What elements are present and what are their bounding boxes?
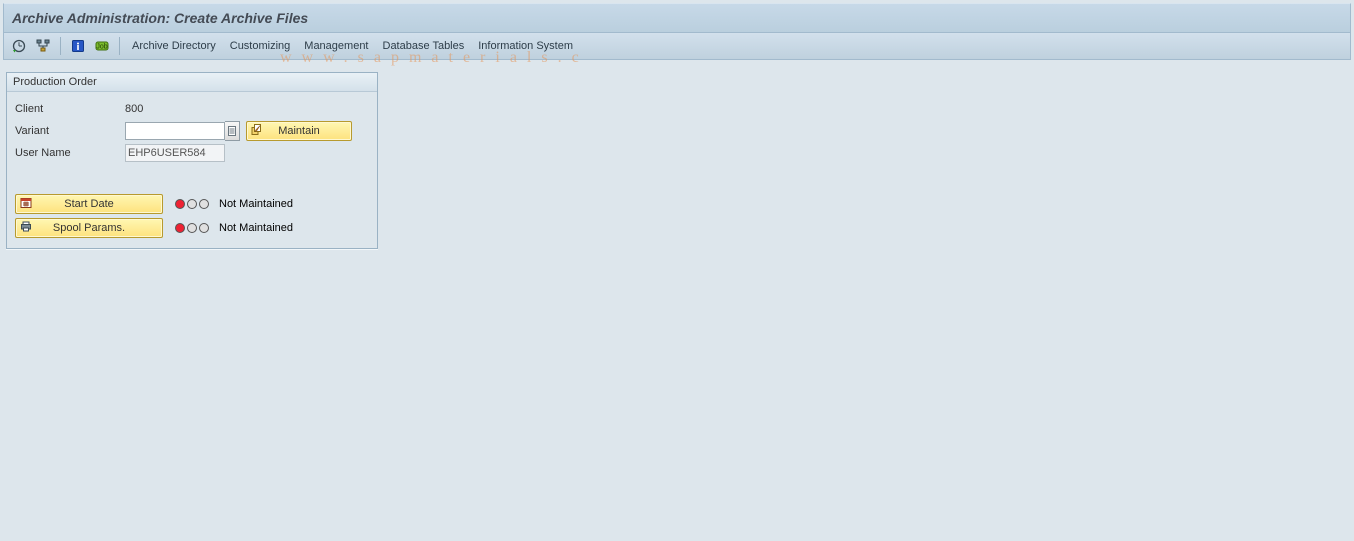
toolbar-separator	[60, 37, 61, 55]
toolbar-link-customizing[interactable]: Customizing	[226, 38, 295, 54]
toolbar-separator	[119, 37, 120, 55]
execute-icon[interactable]	[10, 37, 28, 55]
start-date-status-text: Not Maintained	[219, 198, 293, 210]
spool-status-icon	[175, 223, 209, 233]
calendar-icon	[20, 197, 32, 212]
spool-params-button-label: Spool Params.	[53, 222, 125, 234]
application-toolbar: Job Archive Directory Customizing Manage…	[3, 33, 1351, 60]
start-date-button[interactable]: Start Date	[15, 194, 163, 214]
client-label: Client	[15, 103, 125, 115]
printer-icon	[20, 221, 32, 236]
archive-network-icon[interactable]	[34, 37, 52, 55]
toolbar-link-database-tables[interactable]: Database Tables	[379, 38, 469, 54]
username-input	[125, 144, 225, 162]
toolbar-link-information-system[interactable]: Information System	[474, 38, 577, 54]
username-label: User Name	[15, 147, 125, 159]
info-icon[interactable]	[69, 37, 87, 55]
start-date-status-icon	[175, 199, 209, 209]
maintain-icon	[251, 124, 263, 139]
spool-params-button[interactable]: Spool Params.	[15, 218, 163, 238]
page-title: Archive Administration: Create Archive F…	[12, 10, 308, 26]
start-date-button-label: Start Date	[64, 198, 114, 210]
toolbar-link-management[interactable]: Management	[300, 38, 372, 54]
content-area: Production Order Client 800 Variant	[0, 60, 1354, 261]
spool-status-text: Not Maintained	[219, 222, 293, 234]
variant-search-help-icon[interactable]	[225, 121, 240, 141]
variant-input[interactable]	[125, 122, 225, 140]
maintain-button-label: Maintain	[278, 125, 320, 137]
production-order-panel: Production Order Client 800 Variant	[6, 72, 378, 249]
variant-label: Variant	[15, 125, 125, 137]
maintain-button[interactable]: Maintain	[246, 121, 352, 141]
job-icon[interactable]: Job	[93, 37, 111, 55]
svg-text:Job: Job	[96, 44, 107, 51]
toolbar-link-archive-directory[interactable]: Archive Directory	[128, 38, 220, 54]
title-bar: Archive Administration: Create Archive F…	[3, 3, 1351, 33]
panel-title: Production Order	[7, 73, 377, 92]
client-value: 800	[125, 103, 143, 115]
